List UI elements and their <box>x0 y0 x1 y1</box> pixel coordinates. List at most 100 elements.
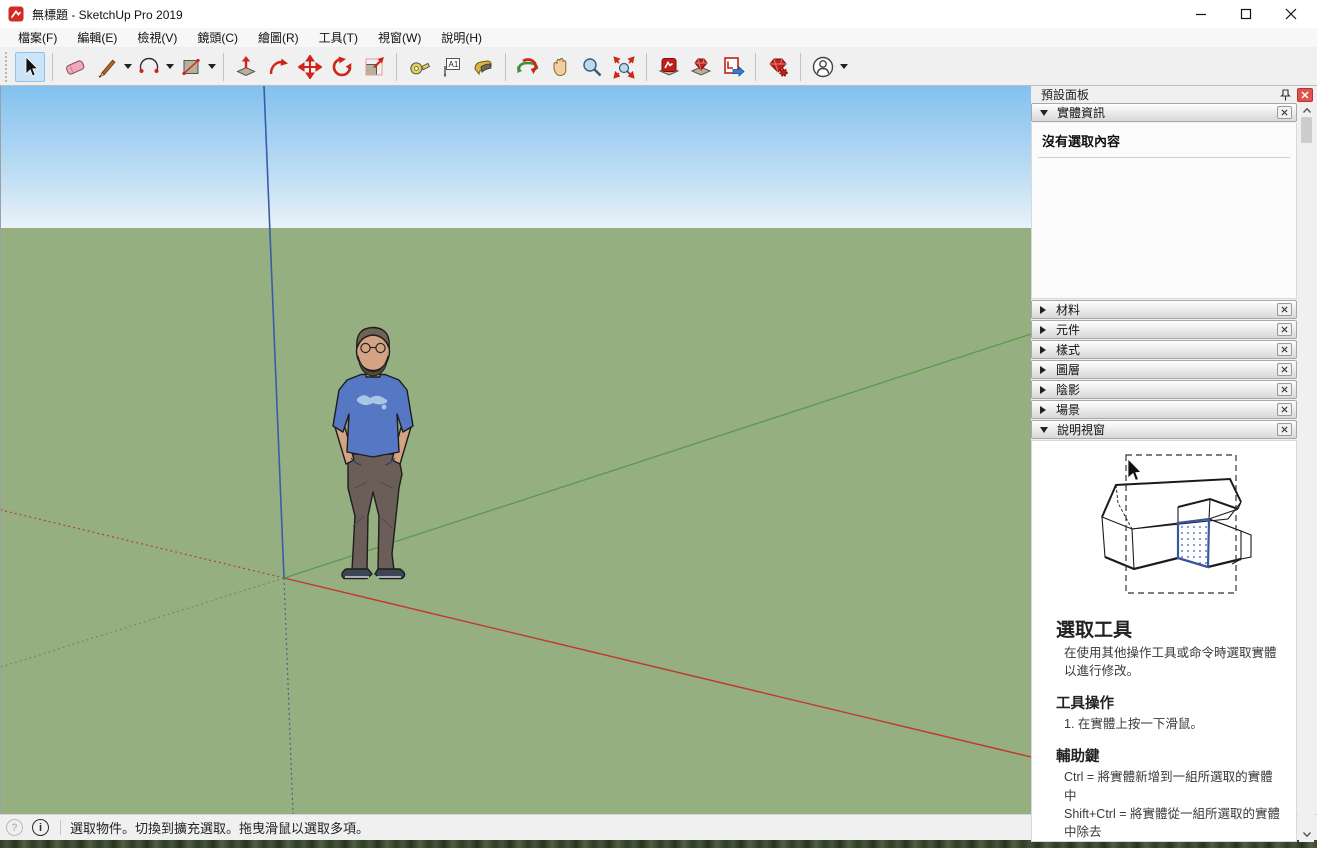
section-entity-info[interactable]: 實體資訊 <box>1031 103 1297 122</box>
panel-scrollbar[interactable] <box>1299 103 1314 842</box>
section-scenes[interactable]: 場景 <box>1031 400 1297 419</box>
instructor-modifier-shift-ctrl: Shift+Ctrl = 將實體從一組所選取的實體中除去 <box>1064 805 1284 841</box>
section-close-icon <box>1281 366 1288 373</box>
section-materials[interactable]: 材料 <box>1031 300 1297 319</box>
toolbar-drag-handle[interactable] <box>5 52 11 82</box>
menu-file[interactable]: 檔案(F) <box>8 27 67 48</box>
section-close-button[interactable] <box>1277 323 1292 336</box>
select-tool-button[interactable] <box>15 52 45 82</box>
section-instructor[interactable]: 說明視窗 <box>1031 420 1297 439</box>
push-pull-tool-button[interactable] <box>231 52 261 82</box>
tray-pin-button[interactable] <box>1277 87 1293 103</box>
line-tool-dropdown[interactable] <box>123 52 133 82</box>
scale-icon <box>362 55 386 79</box>
rectangle-tool-dropdown[interactable] <box>207 52 217 82</box>
3d-warehouse-icon <box>657 55 681 79</box>
rectangle-icon <box>179 55 203 79</box>
minimize-button[interactable] <box>1178 0 1223 28</box>
section-close-button[interactable] <box>1277 343 1292 356</box>
chevron-down-icon <box>1303 832 1311 837</box>
orbit-tool-button[interactable] <box>513 52 543 82</box>
paint-bucket-tool-button[interactable] <box>468 52 498 82</box>
zoom-extents-tool-button[interactable] <box>609 52 639 82</box>
instructor-operation-step: 1. 在實體上按一下滑鼠。 <box>1064 715 1284 733</box>
menu-window[interactable]: 視窗(W) <box>368 27 431 48</box>
cursor-arrow <box>1128 459 1141 480</box>
menu-help[interactable]: 說明(H) <box>431 27 492 48</box>
follow-me-tool-button[interactable] <box>263 52 293 82</box>
account-button[interactable] <box>808 52 838 82</box>
follow-me-icon <box>266 55 290 79</box>
menu-draw[interactable]: 繪圖(R) <box>248 27 309 48</box>
tape-measure-icon <box>407 55 431 79</box>
account-dropdown[interactable] <box>839 52 849 82</box>
menu-camera[interactable]: 鏡頭(C) <box>187 27 248 48</box>
pan-tool-button[interactable] <box>545 52 575 82</box>
credits-info-icon[interactable]: i <box>32 819 49 836</box>
extension-warehouse-button[interactable] <box>686 52 716 82</box>
geolocation-status-icon[interactable]: ? <box>6 819 23 836</box>
tray-close-icon <box>1301 91 1309 99</box>
menu-edit[interactable]: 編輯(E) <box>67 27 127 48</box>
section-styles[interactable]: 樣式 <box>1031 340 1297 359</box>
minimize-icon <box>1195 8 1207 20</box>
window-title: 無標題 - SketchUp Pro 2019 <box>32 6 183 23</box>
move-tool-button[interactable] <box>295 52 325 82</box>
eraser-tool-button[interactable] <box>60 52 90 82</box>
instructor-content: 選取工具 在使用其他操作工具或命令時選取實體以進行修改。 工具操作 1. 在實體… <box>1031 440 1297 842</box>
line-tool-button[interactable] <box>92 52 122 82</box>
arc-tool-dropdown[interactable] <box>165 52 175 82</box>
section-close-icon <box>1281 326 1288 333</box>
rotate-tool-button[interactable] <box>327 52 357 82</box>
scroll-thumb[interactable] <box>1301 117 1312 143</box>
maximize-button[interactable] <box>1223 0 1268 28</box>
section-close-button[interactable] <box>1277 423 1292 436</box>
section-close-button[interactable] <box>1277 383 1292 396</box>
section-close-icon <box>1281 386 1288 393</box>
sky <box>1 86 1031 228</box>
close-button[interactable] <box>1268 0 1313 28</box>
expand-arrow-icon <box>1040 386 1046 394</box>
rectangle-tool-button[interactable] <box>176 52 206 82</box>
menu-tools[interactable]: 工具(T) <box>309 27 368 48</box>
model-viewport[interactable] <box>1 86 1031 814</box>
scroll-up-arrow[interactable] <box>1300 103 1313 117</box>
model-scene <box>1 86 1031 814</box>
section-components[interactable]: 元件 <box>1031 320 1297 339</box>
section-layers[interactable]: 圖層 <box>1031 360 1297 379</box>
instructor-modifier-ctrl: Ctrl = 將實體新增到一組所選取的實體中 <box>1064 768 1284 804</box>
section-label: 說明視窗 <box>1057 421 1277 438</box>
toolbar: A1 <box>0 48 1317 86</box>
ground <box>1 228 1031 814</box>
scroll-down-arrow[interactable] <box>1300 828 1313 842</box>
section-shadows[interactable]: 陰影 <box>1031 380 1297 399</box>
section-close-icon <box>1281 109 1288 116</box>
menu-view[interactable]: 檢視(V) <box>127 27 187 48</box>
section-close-button[interactable] <box>1277 106 1292 119</box>
instructor-description: 在使用其他操作工具或命令時選取實體以進行修改。 <box>1064 644 1284 680</box>
3d-warehouse-button[interactable] <box>654 52 684 82</box>
expand-arrow-icon <box>1040 326 1046 334</box>
section-close-icon <box>1281 426 1288 433</box>
extension-manager-button[interactable] <box>763 52 793 82</box>
section-close-button[interactable] <box>1277 303 1292 316</box>
select-cursor-icon <box>18 55 42 79</box>
expand-arrow-icon <box>1040 406 1046 414</box>
zoom-tool-button[interactable] <box>577 52 607 82</box>
text-tool-button[interactable]: A1 <box>436 52 466 82</box>
move-icon <box>298 55 322 79</box>
section-label: 樣式 <box>1056 341 1277 358</box>
section-label: 實體資訊 <box>1057 104 1277 121</box>
section-close-button[interactable] <box>1277 403 1292 416</box>
instructor-modifier-heading: 輔助鍵 <box>1056 745 1294 766</box>
collapse-arrow-icon <box>1040 427 1048 433</box>
tray-close-button[interactable] <box>1297 88 1313 102</box>
arc-tool-button[interactable] <box>134 52 164 82</box>
section-close-icon <box>1281 306 1288 313</box>
section-close-button[interactable] <box>1277 363 1292 376</box>
scale-tool-button[interactable] <box>359 52 389 82</box>
close-icon <box>1285 8 1297 20</box>
pan-hand-icon <box>548 55 572 79</box>
tape-measure-tool-button[interactable] <box>404 52 434 82</box>
send-to-layout-button[interactable] <box>718 52 748 82</box>
